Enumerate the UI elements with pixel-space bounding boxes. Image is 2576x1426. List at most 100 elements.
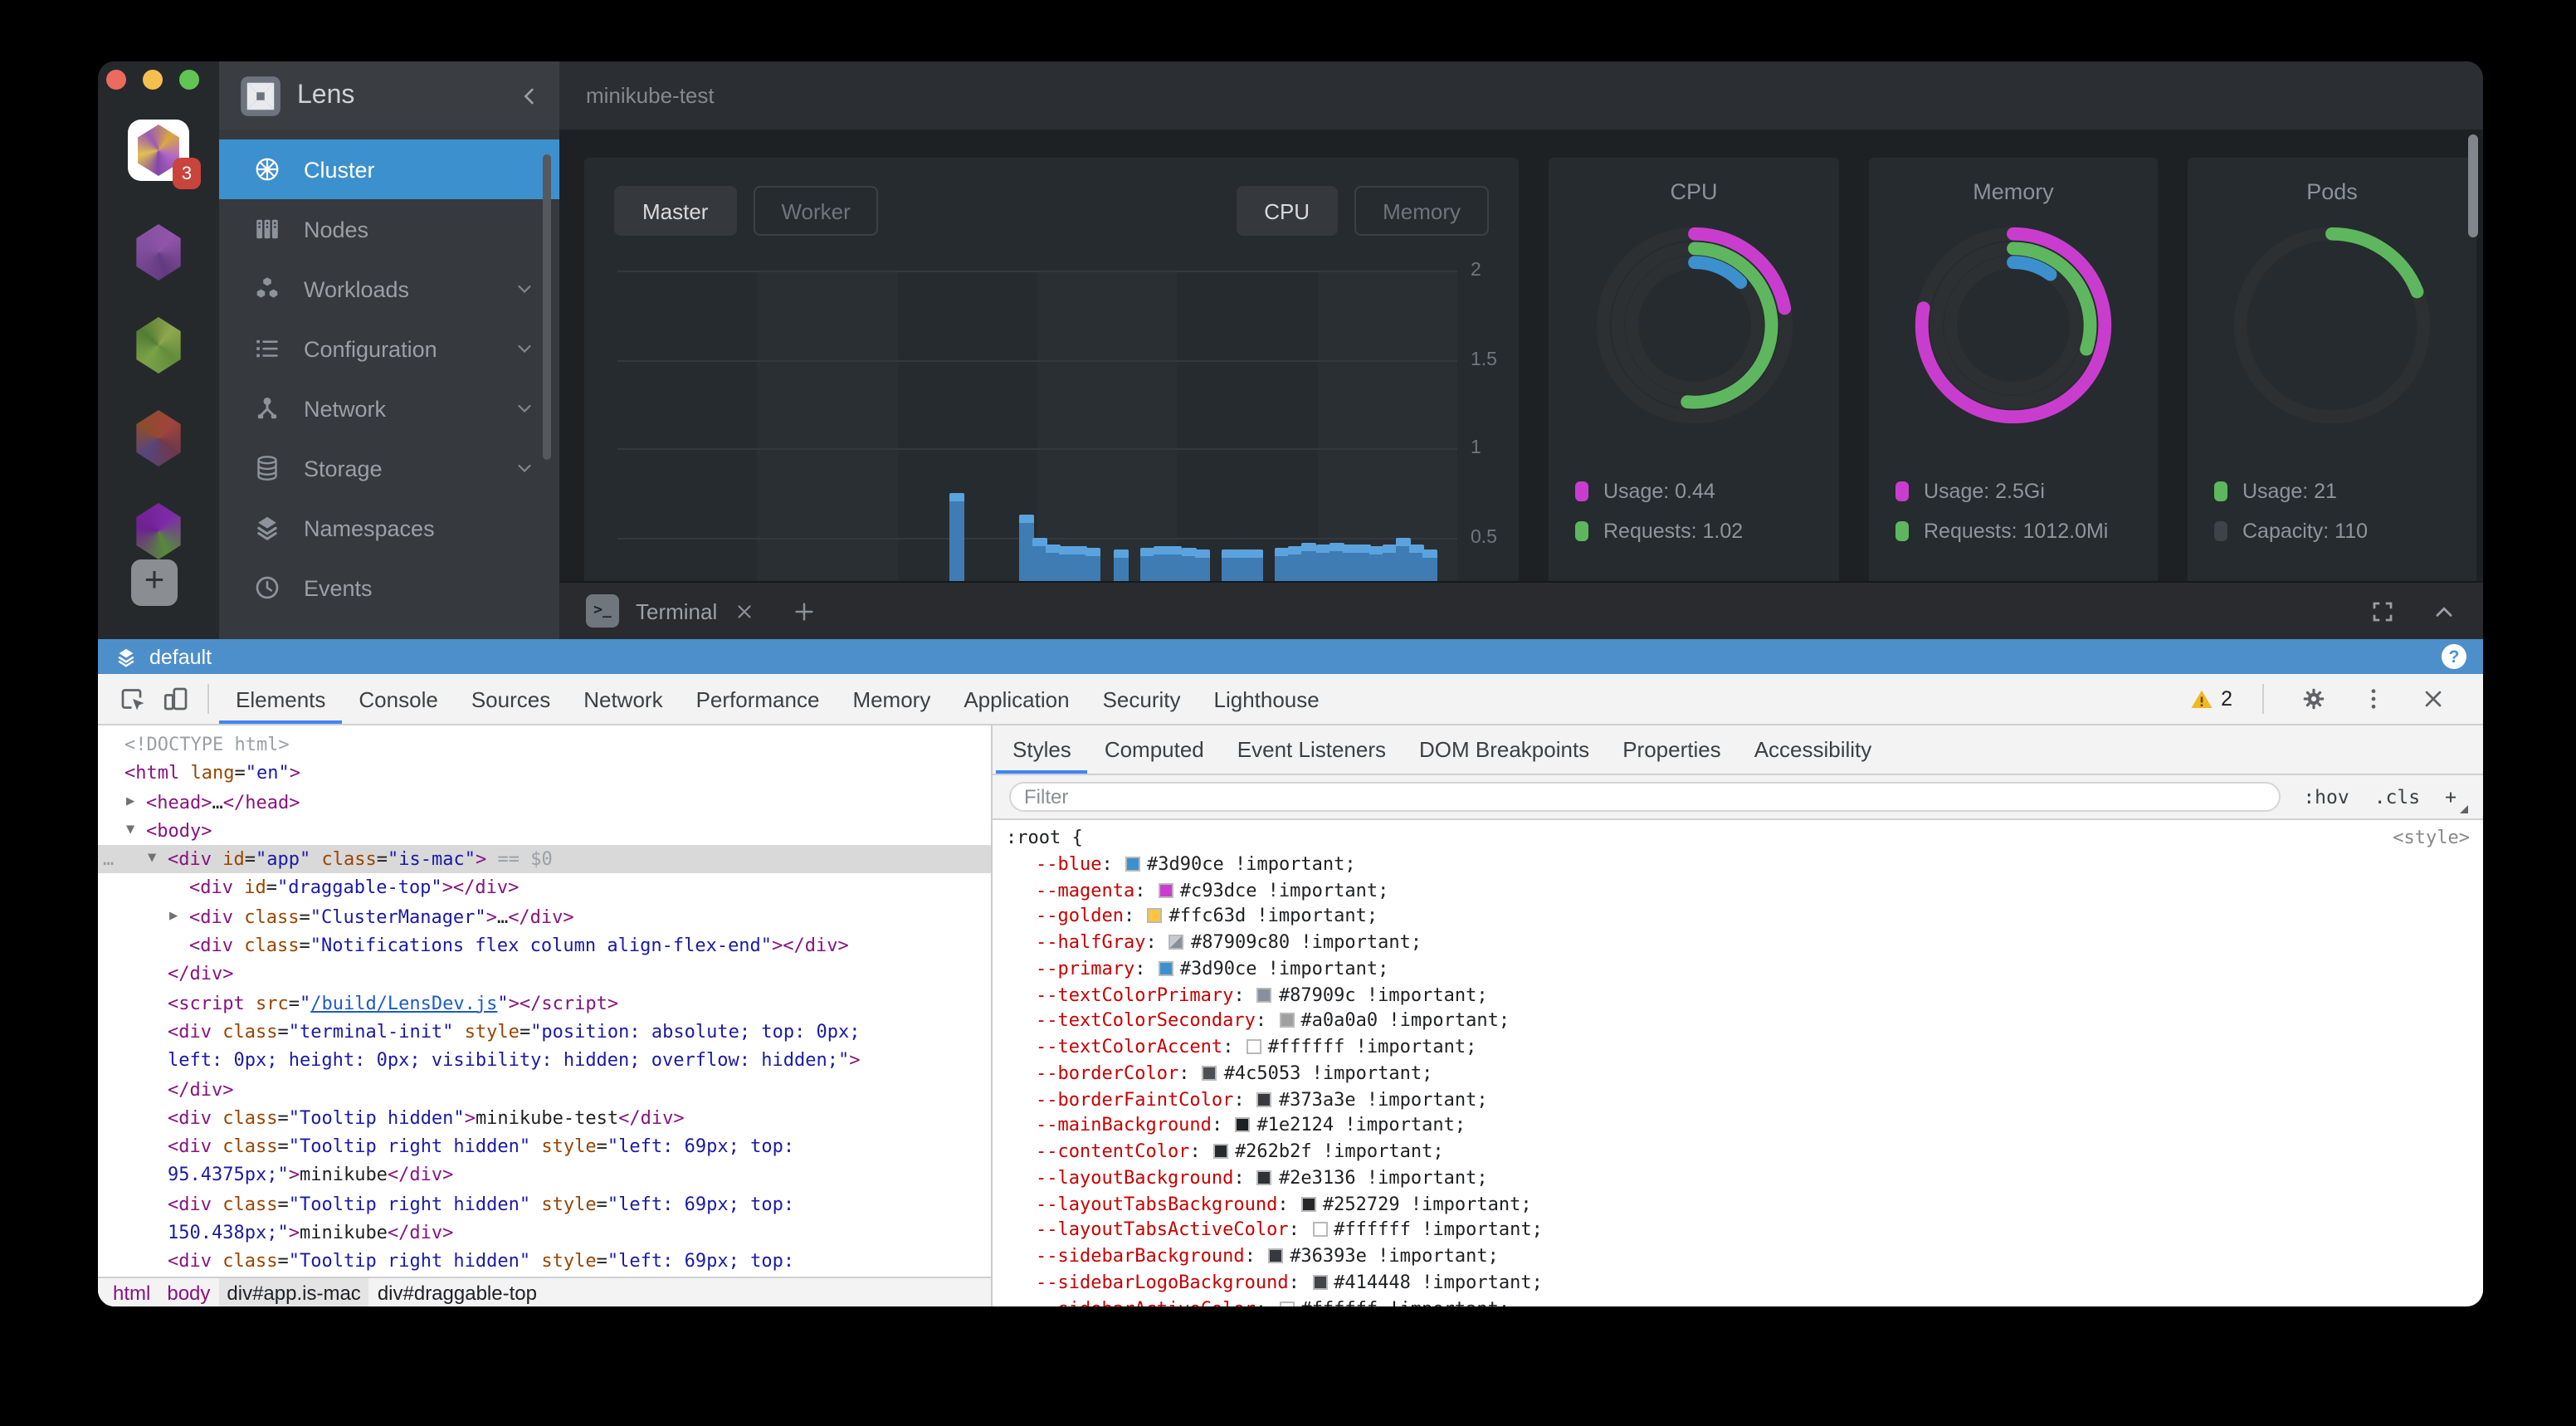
breadcrumb-html[interactable]: html	[105, 1278, 159, 1306]
css-declaration[interactable]: --textColorPrimary: #87909c !important;	[1006, 982, 2483, 1008]
breadcrumb-body[interactable]: body	[159, 1278, 218, 1306]
toggle-classes-button[interactable]: .cls	[2374, 785, 2420, 808]
metric-tab-memory[interactable]: Memory	[1354, 186, 1489, 236]
color-swatch[interactable]	[1257, 1091, 1272, 1106]
css-declaration[interactable]: --textColorSecondary: #a0a0a0 !important…	[1006, 1008, 2483, 1035]
dom-tree-line[interactable]: </div>	[98, 960, 991, 989]
cluster-icon-cluster-3[interactable]	[133, 317, 184, 374]
devtools-tab-console[interactable]: Console	[342, 674, 454, 724]
dom-tree-line[interactable]: <div id="draggable-top"></div>	[98, 874, 991, 903]
cluster-icon-cluster-2[interactable]	[133, 224, 184, 281]
color-swatch[interactable]	[1247, 1039, 1261, 1054]
dom-tree-line[interactable]: ▼<body>	[98, 817, 991, 846]
breadcrumb-div#app.is-mac[interactable]: div#app.is-mac	[218, 1278, 368, 1306]
css-declaration[interactable]: --magenta: #c93dce !important;	[1006, 877, 2483, 904]
css-declaration[interactable]: --borderColor: #4c5053 !important;	[1006, 1061, 2483, 1087]
sidebar-scrollbar[interactable]	[543, 154, 551, 460]
namespace-label[interactable]: default	[149, 645, 212, 668]
collapse-arrow-icon[interactable]: ▼	[148, 845, 156, 874]
inspect-element-icon[interactable]	[118, 684, 148, 714]
css-declaration[interactable]: --layoutTabsBackground: #252729 !importa…	[1006, 1191, 2483, 1218]
color-swatch[interactable]	[1159, 961, 1173, 976]
metric-tab-cpu[interactable]: CPU	[1236, 186, 1338, 236]
color-swatch[interactable]	[1268, 1248, 1283, 1263]
dom-tree[interactable]: <!DOCTYPE html><html lang="en">▶<head>…<…	[98, 725, 991, 1277]
sidebar-item-events[interactable]: Events	[219, 558, 559, 618]
css-declaration[interactable]: --sidebarLogoBackground: #414448 !import…	[1006, 1270, 2483, 1297]
css-declaration[interactable]: --blue: #3d90ce !important;	[1006, 852, 2483, 878]
device-toolbar-icon[interactable]	[161, 684, 191, 714]
color-swatch[interactable]	[1301, 1196, 1316, 1211]
styles-filter-input[interactable]	[1009, 782, 2280, 812]
color-swatch[interactable]	[1257, 1170, 1272, 1185]
expand-arrow-icon[interactable]: ▶	[126, 788, 134, 817]
node-tab-master[interactable]: Master	[614, 186, 736, 236]
devtools-tab-memory[interactable]: Memory	[836, 674, 947, 724]
new-style-rule-button[interactable]: +	[2445, 785, 2466, 808]
new-terminal-tab-icon[interactable]	[792, 598, 817, 623]
devtools-close-icon[interactable]	[2420, 686, 2447, 712]
styles-tab-computed[interactable]: Computed	[1088, 725, 1221, 774]
terminal-tab-close-icon[interactable]	[734, 600, 755, 622]
color-swatch[interactable]	[1257, 987, 1272, 1002]
dock-fullscreen-icon[interactable]	[2370, 598, 2395, 623]
window-close-button[interactable]	[106, 70, 126, 90]
dom-tree-line[interactable]: <div class="Tooltip hidden">minikube-tes…	[98, 1104, 991, 1133]
sidebar-item-cluster[interactable]: Cluster	[219, 139, 559, 199]
sidebar-item-network[interactable]: Network	[219, 378, 559, 438]
css-declaration[interactable]: --sidebarBackground: #36393e !important;	[1006, 1243, 2483, 1270]
color-swatch[interactable]	[1147, 909, 1162, 924]
css-declaration[interactable]: --textColorAccent: #ffffff !important;	[1006, 1034, 2483, 1061]
dom-tree-line[interactable]: <div class="Tooltip right hidden" style=…	[98, 1248, 991, 1277]
dom-tree-line[interactable]: …▼<div id="app" class="is-mac"> == $0	[98, 845, 991, 874]
color-swatch[interactable]	[1235, 1118, 1250, 1133]
color-swatch[interactable]	[1312, 1223, 1327, 1238]
sidebar-item-storage[interactable]: Storage	[219, 438, 559, 498]
color-swatch[interactable]	[1159, 882, 1173, 897]
window-minimize-button[interactable]	[143, 70, 163, 90]
dom-tree-line[interactable]: ▶<div class="ClusterManager">…</div>	[98, 903, 991, 932]
dom-tree-line[interactable]: left: 0px; height: 0px; visibility: hidd…	[98, 1047, 991, 1076]
styles-tab-accessibility[interactable]: Accessibility	[1738, 725, 1889, 774]
dashboard-scrollbar[interactable]	[2468, 134, 2478, 237]
toggle-hover-state-button[interactable]: :hov	[2303, 785, 2349, 808]
dom-tree-line[interactable]: ▶<head>…</head>	[98, 788, 991, 817]
color-swatch[interactable]	[1279, 1301, 1294, 1306]
sidebar-item-namespaces[interactable]: Namespaces	[219, 498, 559, 558]
add-cluster-button[interactable]: +	[131, 559, 178, 606]
expand-arrow-icon[interactable]: ▶	[169, 903, 178, 932]
rule-origin[interactable]: <style>	[2393, 825, 2470, 852]
sidebar-item-workloads[interactable]: Workloads	[219, 259, 559, 319]
styles-tab-dom-breakpoints[interactable]: DOM Breakpoints	[1403, 725, 1606, 774]
breadcrumb-div#draggable-top[interactable]: div#draggable-top	[369, 1278, 545, 1306]
css-declaration[interactable]: --borderFaintColor: #373a3e !important;	[1006, 1087, 2483, 1113]
color-swatch[interactable]	[1213, 1144, 1228, 1159]
dom-tree-line[interactable]: </div>	[98, 1075, 991, 1104]
cluster-icon-cluster-5[interactable]	[133, 503, 184, 559]
css-declaration[interactable]: --sidebarActiveColor: #ffffff !important…	[1006, 1296, 2483, 1306]
css-declaration[interactable]: --primary: #3d90ce !important;	[1006, 956, 2483, 983]
dom-tree-line[interactable]: <div class="terminal-init" style="positi…	[98, 1018, 991, 1047]
sidebar-item-configuration[interactable]: Configuration	[219, 319, 559, 378]
collapse-arrow-icon[interactable]: ▼	[126, 817, 134, 846]
devtools-tab-lighthouse[interactable]: Lighthouse	[1198, 674, 1336, 724]
styles-tab-properties[interactable]: Properties	[1606, 725, 1738, 774]
devtools-tab-sources[interactable]: Sources	[455, 674, 567, 724]
dom-tree-line[interactable]: <div class="Tooltip right hidden" style=…	[98, 1132, 991, 1161]
cluster-icon-cluster-4[interactable]	[133, 410, 184, 466]
color-swatch[interactable]	[1169, 935, 1184, 950]
styles-tab-event-listeners[interactable]: Event Listeners	[1221, 725, 1403, 774]
dom-tree-line[interactable]: <script src="/build/LensDev.js"></script…	[98, 989, 991, 1018]
node-tab-worker[interactable]: Worker	[753, 186, 878, 236]
color-swatch[interactable]	[1125, 857, 1140, 872]
window-zoom-button[interactable]	[179, 70, 199, 90]
dom-tree-line[interactable]: <div class="Tooltip right hidden" style=…	[98, 1190, 991, 1219]
css-declaration[interactable]: --mainBackground: #1e2124 !important;	[1006, 1113, 2483, 1140]
dom-tree-line[interactable]: 150.438px;">minikube</div>	[98, 1218, 991, 1248]
devtools-menu-icon[interactable]	[2360, 686, 2387, 712]
dom-tree-line[interactable]: <!DOCTYPE html>	[98, 730, 991, 759]
devtools-tab-performance[interactable]: Performance	[680, 674, 837, 724]
devtools-tab-elements[interactable]: Elements	[219, 674, 342, 724]
sidebar-item-nodes[interactable]: Nodes	[219, 199, 559, 259]
color-swatch[interactable]	[1203, 1066, 1217, 1081]
